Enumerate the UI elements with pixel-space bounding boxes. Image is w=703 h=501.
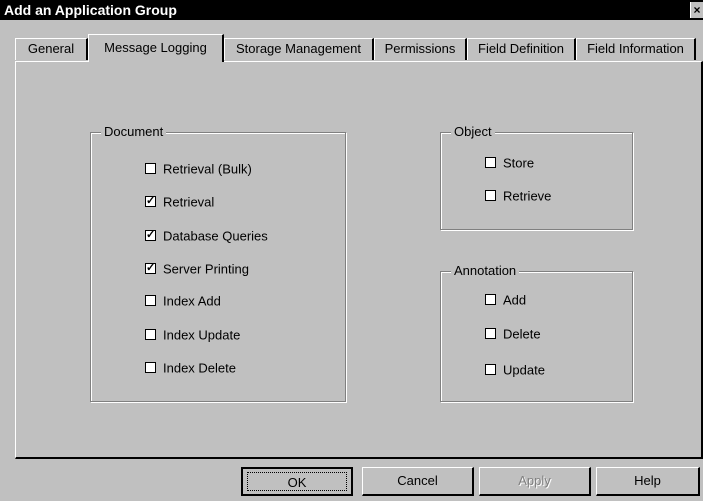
checkbox-box xyxy=(485,328,496,340)
store-checkbox[interactable]: Store xyxy=(485,155,534,171)
tab-strip: General Message Logging Storage Manageme… xyxy=(0,34,703,62)
tab-permissions[interactable]: Permissions xyxy=(374,38,467,60)
check-icon: ✓ xyxy=(145,229,156,242)
checkbox-box xyxy=(145,329,156,341)
retrieval-bulk-checkbox[interactable]: Retrieval (Bulk) xyxy=(145,161,252,177)
checkbox-label: Store xyxy=(503,155,535,171)
checkbox-box xyxy=(485,157,496,169)
checkbox-label: Retrieve xyxy=(503,188,552,204)
checkbox-box xyxy=(485,294,496,306)
object-group: Object xyxy=(440,124,633,230)
checkbox-label: Delete xyxy=(503,326,541,342)
checkbox-label: Index Delete xyxy=(163,360,236,376)
apply-button[interactable]: Apply xyxy=(479,467,591,496)
annotation-group-title: Annotation xyxy=(451,263,520,279)
annotation-add-checkbox[interactable]: Add xyxy=(485,292,526,308)
tab-message-logging[interactable]: Message Logging xyxy=(88,34,224,62)
checkbox-label: Retrieval xyxy=(163,194,215,210)
checkbox-box xyxy=(145,163,156,175)
tab-field-information[interactable]: Field Information xyxy=(576,38,696,60)
title-bar: Add an Application Group × xyxy=(0,0,703,20)
tab-storage-management[interactable]: Storage Management xyxy=(224,38,374,60)
window-title: Add an Application Group xyxy=(4,2,177,18)
cancel-button[interactable]: Cancel xyxy=(362,467,474,496)
checkbox-box xyxy=(145,295,156,307)
check-icon: ✓ xyxy=(145,262,156,275)
checkbox-label: Index Add xyxy=(163,293,221,309)
object-group-title: Object xyxy=(451,124,495,140)
help-button[interactable]: Help xyxy=(596,467,700,496)
checkbox-label: Server Printing xyxy=(163,261,249,277)
tab-general[interactable]: General xyxy=(15,38,88,60)
retrieve-checkbox[interactable]: Retrieve xyxy=(485,188,551,204)
retrieval-checkbox[interactable]: ✓ Retrieval xyxy=(145,194,214,210)
document-group-title: Document xyxy=(101,124,167,140)
close-icon[interactable]: × xyxy=(690,2,703,18)
add-application-group-dialog: Add an Application Group × General Messa… xyxy=(0,0,703,501)
checkbox-label: Index Update xyxy=(163,327,241,343)
checkbox-box xyxy=(485,190,496,202)
database-queries-checkbox[interactable]: ✓ Database Queries xyxy=(145,228,268,244)
checkbox-label: Database Queries xyxy=(163,228,268,244)
tab-field-definition[interactable]: Field Definition xyxy=(467,38,576,60)
annotation-update-checkbox[interactable]: Update xyxy=(485,362,545,378)
annotation-delete-checkbox[interactable]: Delete xyxy=(485,326,541,342)
checkbox-label: Retrieval (Bulk) xyxy=(163,161,252,177)
checkbox-box xyxy=(485,364,496,376)
checkbox-label: Update xyxy=(503,362,545,378)
index-update-checkbox[interactable]: Index Update xyxy=(145,327,240,343)
checkbox-box xyxy=(145,362,156,374)
ok-button-label: OK xyxy=(247,472,347,491)
server-printing-checkbox[interactable]: ✓ Server Printing xyxy=(145,261,249,277)
index-add-checkbox[interactable]: Index Add xyxy=(145,293,221,309)
index-delete-checkbox[interactable]: Index Delete xyxy=(145,360,236,376)
ok-button[interactable]: OK xyxy=(241,467,353,496)
checkbox-label: Add xyxy=(503,292,527,308)
check-icon: ✓ xyxy=(145,195,156,208)
